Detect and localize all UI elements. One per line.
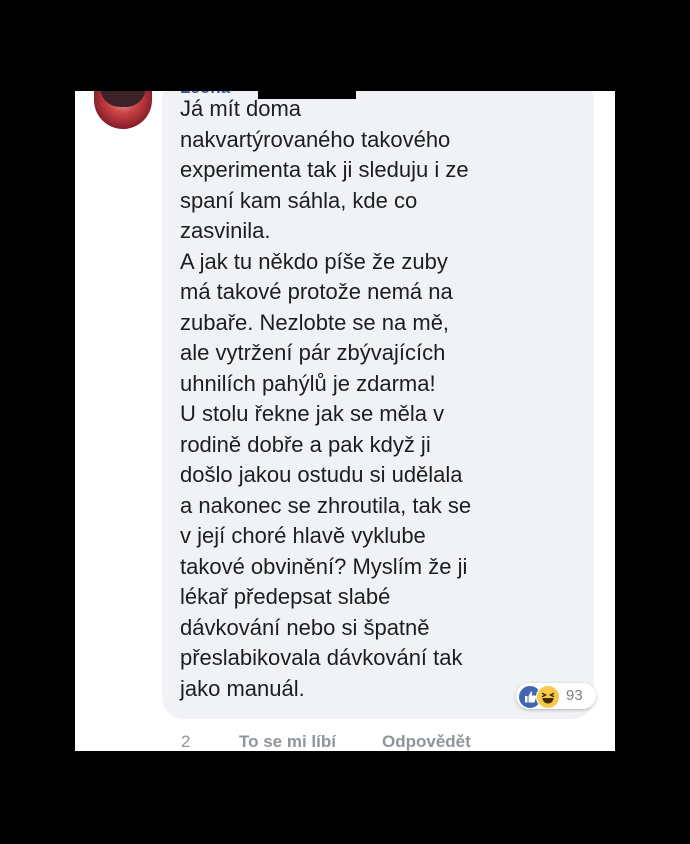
comment-line: uhnilích pahýlů je zdarma! <box>180 370 436 396</box>
comment-screen: Leona Já mít doma nakvartýrovaného takov… <box>75 91 615 751</box>
comment-timestamp[interactable]: 2 d <box>181 731 190 751</box>
comment-line: dávkování nebo si špatně <box>180 614 430 640</box>
reaction-count: 93 <box>566 687 583 704</box>
comment-line: a nakonec se zhroutila, tak se <box>180 492 472 518</box>
like-link[interactable]: To se mi líbí <box>239 731 336 751</box>
comment-line: experimenta tak ji sleduju i ze <box>180 157 469 182</box>
comment-line: přeslabikovala dávkování tak <box>180 645 463 670</box>
comment-line: zasvinila. <box>180 218 271 243</box>
comment-line: nakvartýrovaného takového <box>180 126 451 152</box>
avatar[interactable] <box>94 91 152 129</box>
comment-line: lékař předepsat slabé <box>180 584 391 609</box>
comment-text: Já mít doma nakvartýrovaného takového ex… <box>180 94 585 704</box>
reply-link[interactable]: Odpovědět <box>382 731 471 751</box>
comment-line: došlo jakou ostudu si udělala <box>180 462 463 487</box>
comment-line: A jak tu někdo píše že zuby <box>180 248 448 274</box>
avatar-hair <box>100 91 146 107</box>
comment-line: ale vytržení pár zbývajících <box>180 340 446 365</box>
comment-line: Já mít doma <box>180 96 302 121</box>
comment-line: v její choré hlavě vyklube <box>180 523 426 548</box>
comment-line: má takové protože nemá na <box>180 279 453 304</box>
comment-bubble: Leona Já mít doma nakvartýrovaného takov… <box>162 91 594 719</box>
comment-line: spaní kam sáhla, kde co <box>180 187 418 213</box>
comment-line: zubaře. Nezlobte se na mě, <box>180 309 450 335</box>
haha-icon <box>536 685 560 709</box>
comment-line: U stolu řekne jak se měla v <box>180 401 445 426</box>
reactions-badge[interactable]: 93 <box>516 683 596 709</box>
comment-line: rodině dobře a pak když ji <box>180 431 431 457</box>
comment-line: takové obvinění? Myslím že ji <box>180 553 468 579</box>
